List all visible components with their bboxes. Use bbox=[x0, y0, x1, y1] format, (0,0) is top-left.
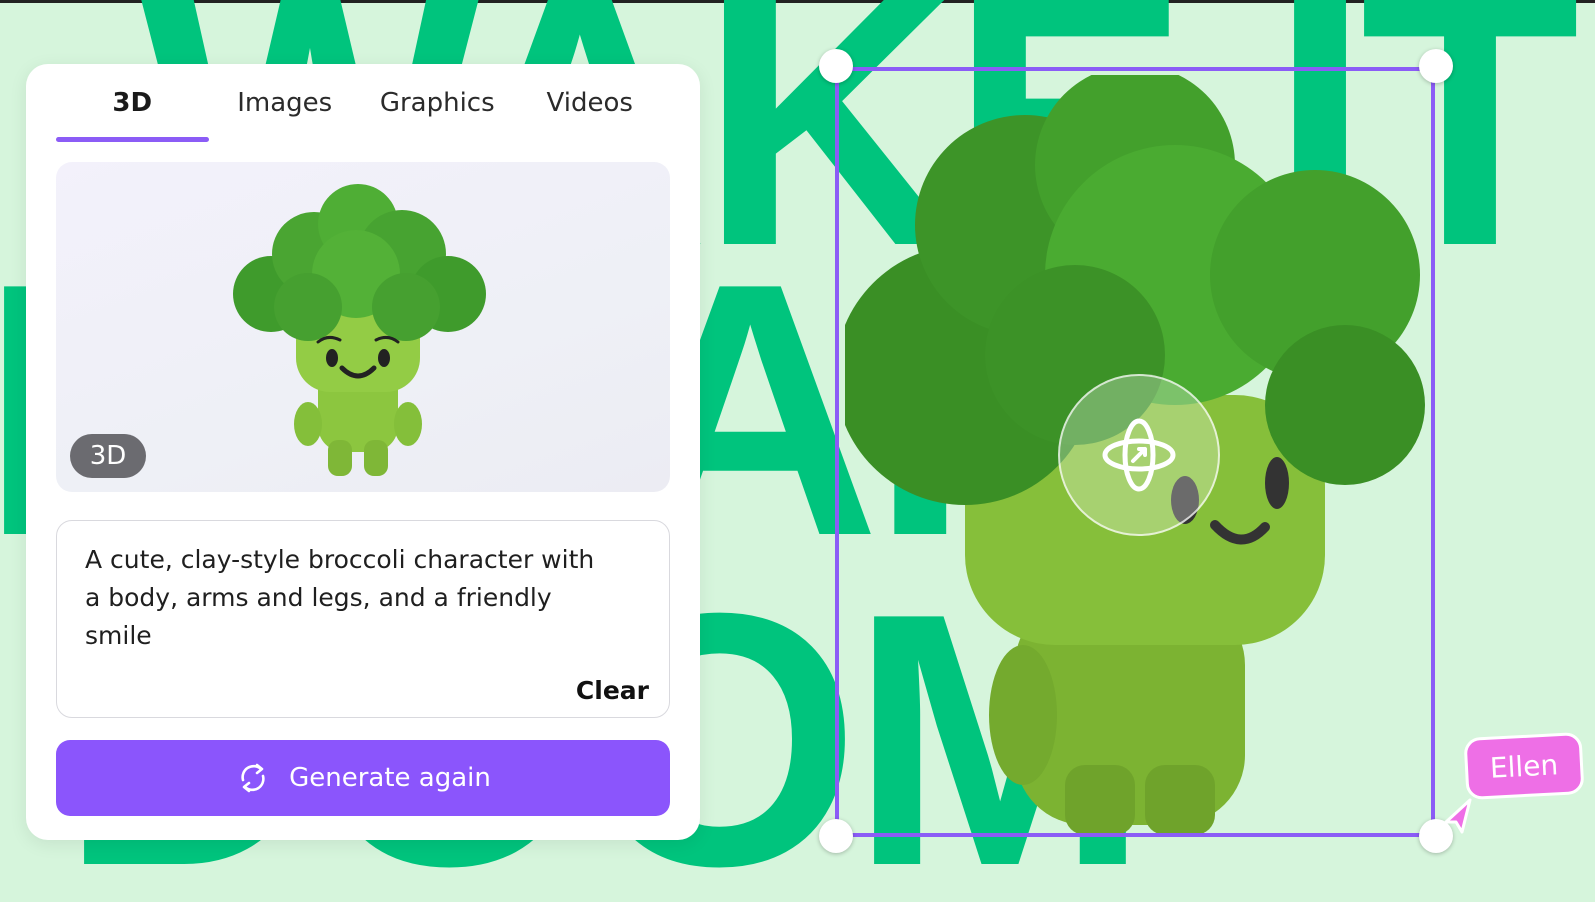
generator-panel: 3D Images Graphics Videos 3D A cute, cla… bbox=[26, 64, 700, 840]
refresh-icon bbox=[241, 763, 265, 793]
generate-again-label: Generate again bbox=[289, 763, 491, 793]
resize-handle-top-left[interactable] bbox=[819, 49, 853, 83]
prompt-text[interactable]: A cute, clay-style broccoli character wi… bbox=[85, 541, 605, 655]
3d-badge: 3D bbox=[70, 434, 146, 478]
cursor-arrow-icon bbox=[1444, 798, 1472, 834]
generated-preview[interactable]: 3D bbox=[56, 162, 670, 492]
tab-graphics[interactable]: Graphics bbox=[361, 64, 514, 142]
tab-videos[interactable]: Videos bbox=[514, 64, 667, 142]
generate-again-button[interactable]: Generate again bbox=[56, 740, 670, 816]
resize-handle-bottom-left[interactable] bbox=[819, 819, 853, 853]
media-tabs: 3D Images Graphics Videos bbox=[56, 64, 666, 142]
resize-handle-top-right[interactable] bbox=[1419, 49, 1453, 83]
rotate-3d-button[interactable] bbox=[1058, 374, 1220, 536]
tab-3d[interactable]: 3D bbox=[56, 64, 209, 142]
rotate-3d-icon bbox=[1102, 418, 1176, 492]
tab-images[interactable]: Images bbox=[209, 64, 362, 142]
prompt-input[interactable]: A cute, clay-style broccoli character wi… bbox=[56, 520, 670, 718]
broccoli-character-thumbnail bbox=[233, 184, 486, 476]
clear-button[interactable]: Clear bbox=[576, 676, 649, 705]
collaborator-label: Ellen bbox=[1463, 731, 1585, 801]
